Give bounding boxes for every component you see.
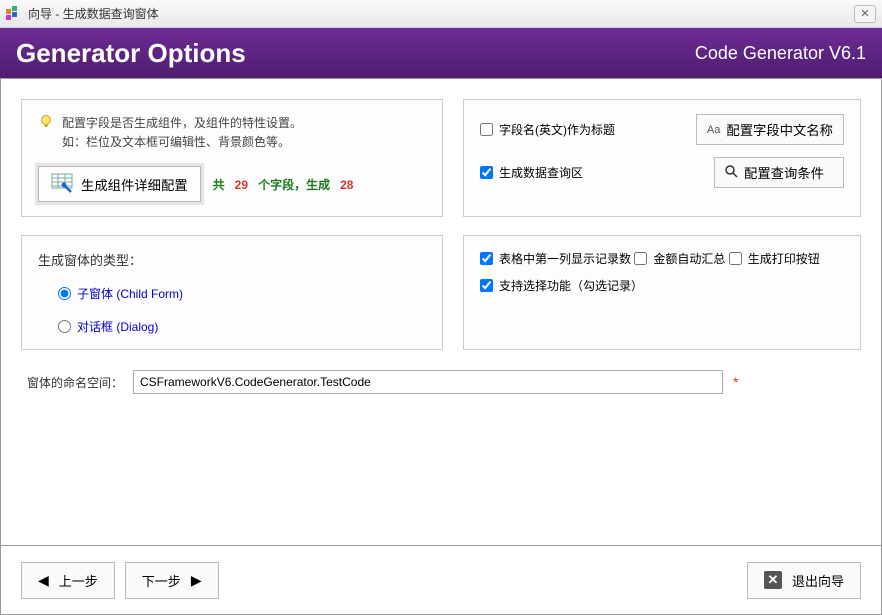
field-stats: 共 29 个字段，生成 28 [213,176,354,193]
config-detail-button[interactable]: 生成组件详细配置 [38,166,201,202]
checkbox-en-title[interactable]: 字段名(英文)作为标题 [480,121,684,138]
prev-label: 上一步 [59,571,98,590]
radio-dialog[interactable]: 对话框 (Dialog) [58,318,426,335]
checkbox-auto-sum-label: 金额自动汇总 [653,250,725,267]
checkbox-show-rec-count-label: 表格中第一列显示记录数 [499,250,631,267]
config-query-button[interactable]: 配置查询条件 [714,157,844,188]
stats-middle: 个字段，生成 [258,178,330,192]
namespace-row: 窗体的命名空间： * [21,370,861,394]
search-icon [725,165,738,181]
config-detail-label: 生成组件详细配置 [81,175,188,194]
checkbox-support-select[interactable]: 支持选择功能（勾选记录） [480,277,643,294]
form-type-title: 生成窗体的类型： [38,250,426,269]
app-icon [6,6,22,22]
panel-title-options: 字段名(英文)作为标题 Aa 配置字段中文名称 生成数据查询区 配置查询条件 [463,99,861,217]
hint-line2: 如：栏位及文本框可编辑性、背景颜色等。 [62,133,302,152]
next-label: 下一步 [142,571,181,590]
content-area: 配置字段是否生成组件，及组件的特性设置。 如：栏位及文本框可编辑性、背景颜色等。… [0,78,882,546]
arrow-left-icon: ◀ [38,573,49,587]
close-button[interactable]: ✕ [854,5,876,23]
namespace-label: 窗体的命名空间： [27,374,123,391]
checkbox-gen-query-area[interactable]: 生成数据查询区 [480,164,702,181]
prev-button[interactable]: ◀ 上一步 [21,562,115,599]
page-title: Generator Options [16,38,695,69]
checkbox-gen-query-area-label: 生成数据查询区 [499,164,583,181]
arrow-right-icon: ▶ [191,573,202,587]
hint-line1: 配置字段是否生成组件，及组件的特性设置。 [62,114,302,133]
radio-child-form[interactable]: 子窗体 (Child Form) [58,285,426,302]
stats-field-count: 29 [235,178,248,192]
brand-label: Code Generator V6.1 [695,43,866,64]
lightbulb-icon [38,114,54,130]
window-title: 向导 - 生成数据查询窗体 [28,5,848,22]
checkbox-gen-print[interactable]: 生成打印按钮 [729,250,820,267]
stats-prefix: 共 [213,178,225,192]
titlebar: 向导 - 生成数据查询窗体 ✕ [0,0,882,28]
exit-button[interactable]: ✕ 退出向导 [747,562,861,599]
next-button[interactable]: 下一步 ▶ [125,562,219,599]
aa-icon: Aa [707,124,720,136]
checkbox-auto-sum[interactable]: 金额自动汇总 [634,250,725,267]
panel-extra-options: 表格中第一列显示记录数 金额自动汇总 生成打印按钮 支持选择功能（勾选记录） [463,235,861,350]
checkbox-support-select-label: 支持选择功能（勾选记录） [499,277,643,294]
required-asterisk: * [733,374,738,390]
panel-form-type: 生成窗体的类型： 子窗体 (Child Form) 对话框 (Dialog) [21,235,443,350]
radio-child-form-label: 子窗体 (Child Form) [77,285,183,302]
close-icon: ✕ [764,571,782,589]
config-query-label: 配置查询条件 [744,163,824,182]
checkbox-gen-print-label: 生成打印按钮 [748,250,820,267]
config-cn-name-button[interactable]: Aa 配置字段中文名称 [696,114,844,145]
footer-bar: ◀ 上一步 下一步 ▶ ✕ 退出向导 [0,546,882,615]
brand-version: V6.1 [829,43,866,63]
hint-text: 配置字段是否生成组件，及组件的特性设置。 如：栏位及文本框可编辑性、背景颜色等。 [62,114,302,152]
exit-label: 退出向导 [792,571,844,590]
namespace-input[interactable] [133,370,723,394]
checkbox-show-rec-count[interactable]: 表格中第一列显示记录数 [480,250,631,267]
header-banner: Generator Options Code Generator V6.1 [0,28,882,78]
checkbox-en-title-label: 字段名(英文)作为标题 [499,121,615,138]
panel-config-hint: 配置字段是否生成组件，及组件的特性设置。 如：栏位及文本框可编辑性、背景颜色等。… [21,99,443,217]
brand-name: Code Generator [695,43,824,63]
grid-wrench-icon [51,173,73,195]
stats-gen-count: 28 [340,178,353,192]
radio-dialog-label: 对话框 (Dialog) [77,318,158,335]
config-cn-name-label: 配置字段中文名称 [726,120,833,139]
